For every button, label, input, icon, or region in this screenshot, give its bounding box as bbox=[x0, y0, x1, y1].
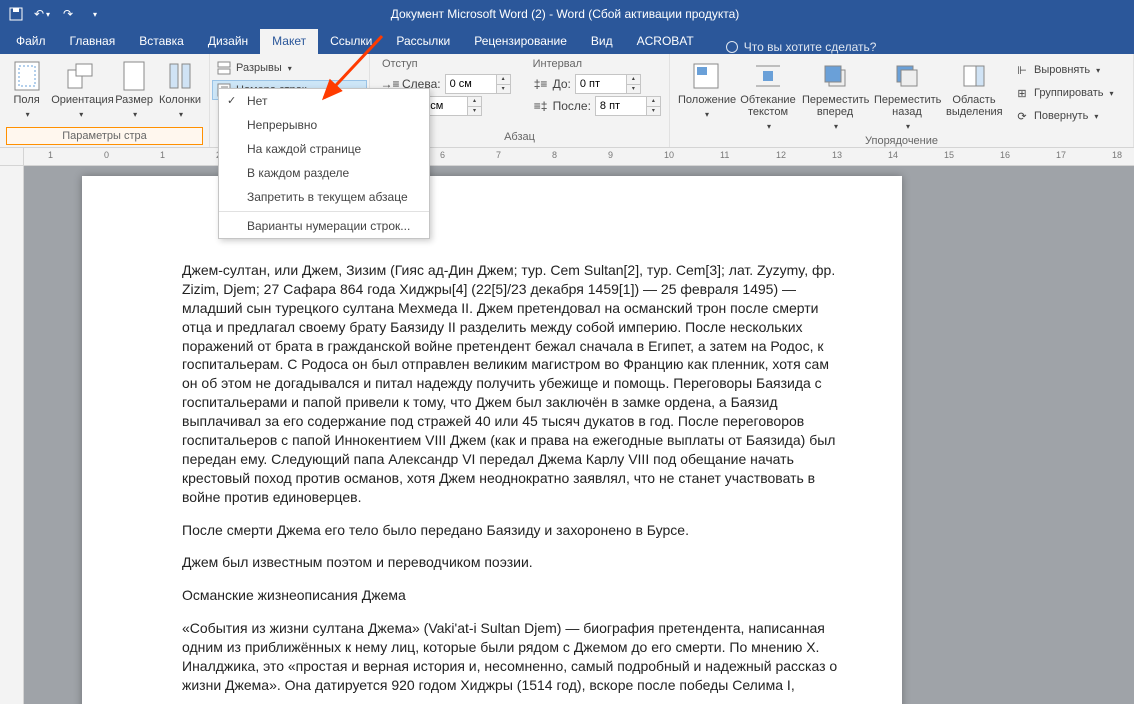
tell-me-placeholder: Что вы хотите сделать? bbox=[744, 40, 877, 54]
group-arrange-label: Упорядочение bbox=[676, 132, 1127, 149]
vertical-ruler[interactable] bbox=[0, 166, 24, 704]
spacing-after-icon: ≡‡ bbox=[533, 98, 549, 114]
dd-none[interactable]: ✓ Нет bbox=[219, 89, 429, 113]
tab-layout[interactable]: Макет bbox=[260, 29, 318, 54]
position-button[interactable]: Положение▾ bbox=[676, 58, 736, 120]
position-label: Положение bbox=[678, 94, 734, 106]
dd-options[interactable]: Варианты нумерации строк... bbox=[219, 214, 429, 238]
bring-forward-button[interactable]: Переместить вперед▾ bbox=[800, 58, 870, 132]
rotate-button[interactable]: ⟳Повернуть▾ bbox=[1010, 106, 1118, 126]
size-label: Размер bbox=[115, 94, 153, 106]
group-page-setup: Поля▾ Ориентация▾ Размер▾ Колонки▾ Парам… bbox=[0, 54, 210, 147]
indent-header: Отступ bbox=[382, 58, 511, 70]
horizontal-ruler[interactable]: 10123456789101112131415161718 bbox=[24, 148, 1134, 166]
dd-each-page[interactable]: На каждой странице bbox=[219, 137, 429, 161]
check-icon: ✓ bbox=[227, 94, 236, 107]
orientation-icon bbox=[64, 60, 96, 92]
spacing-after-label: После: bbox=[553, 99, 591, 113]
align-button[interactable]: ⊩Выровнять▾ bbox=[1010, 60, 1118, 80]
dd-continuous[interactable]: Непрерывно bbox=[219, 113, 429, 137]
paragraph-1: Джем-султан, или Джем, Зизим (Гияс ад-Ди… bbox=[182, 261, 842, 507]
redo-icon[interactable]: ↷ bbox=[56, 2, 80, 26]
columns-label: Колонки bbox=[159, 94, 201, 106]
spacing-header: Интервал bbox=[533, 58, 661, 70]
save-icon[interactable] bbox=[4, 2, 28, 26]
paragraph-5: «События из жизни султана Джема» (Vaki'a… bbox=[182, 619, 842, 695]
quick-access-toolbar: ↶▾ ↷ ▾ bbox=[0, 2, 106, 26]
bring-forward-label: Переместить вперед bbox=[802, 94, 868, 118]
group-page-setup-label: Параметры стра bbox=[6, 127, 203, 145]
tab-file[interactable]: Файл bbox=[4, 29, 58, 54]
wrap-text-label: Обтекание текстом bbox=[740, 94, 796, 118]
columns-icon bbox=[164, 60, 196, 92]
document-canvas[interactable]: Джем-султан, или Джем, Зизим (Гияс ад-Ди… bbox=[24, 166, 1134, 704]
paragraph-4: Османские жизнеописания Джема bbox=[182, 586, 842, 605]
orientation-button[interactable]: Ориентация▾ bbox=[49, 58, 111, 120]
breaks-button[interactable]: Разрывы▾ bbox=[212, 58, 367, 78]
selection-pane-button[interactable]: Область выделения bbox=[944, 58, 1004, 118]
bulb-icon bbox=[726, 41, 738, 53]
page: Джем-султан, или Джем, Зизим (Гияс ад-Ди… bbox=[82, 176, 902, 704]
margins-button[interactable]: Поля▾ bbox=[6, 58, 47, 120]
tab-view[interactable]: Вид bbox=[579, 29, 625, 54]
send-backward-label: Переместить назад bbox=[874, 94, 940, 118]
position-icon bbox=[690, 60, 722, 92]
dd-none-label: Нет bbox=[247, 94, 267, 108]
tab-review[interactable]: Рецензирование bbox=[462, 29, 579, 54]
size-button[interactable]: Размер▾ bbox=[113, 58, 155, 120]
spacing-before-input[interactable]: ▴▾ bbox=[575, 74, 641, 94]
dd-separator bbox=[219, 211, 429, 212]
line-numbers-dropdown: ✓ Нет Непрерывно На каждой странице В каж… bbox=[218, 88, 430, 239]
paragraph-3: Джем был известным поэтом и переводчиком… bbox=[182, 553, 842, 572]
tab-insert[interactable]: Вставка bbox=[127, 29, 196, 54]
undo-icon[interactable]: ↶▾ bbox=[30, 2, 54, 26]
wrap-text-button[interactable]: Обтекание текстом▾ bbox=[738, 58, 798, 132]
tab-references[interactable]: Ссылки bbox=[318, 29, 384, 54]
tell-me-search[interactable]: Что вы хотите сделать? bbox=[726, 40, 877, 54]
columns-button[interactable]: Колонки▾ bbox=[157, 58, 203, 120]
selection-pane-label: Область выделения bbox=[946, 94, 1002, 118]
selection-pane-icon bbox=[958, 60, 990, 92]
spacing-before-icon: ‡≡ bbox=[533, 76, 549, 92]
wrap-text-icon bbox=[752, 60, 784, 92]
send-backward-button[interactable]: Переместить назад▾ bbox=[872, 58, 942, 132]
group-button[interactable]: ⊞Группировать▾ bbox=[1010, 83, 1118, 103]
qat-customize-icon[interactable]: ▾ bbox=[82, 2, 106, 26]
bring-forward-icon bbox=[819, 60, 851, 92]
breaks-label: Разрывы bbox=[236, 62, 282, 74]
group-label: Группировать bbox=[1034, 87, 1104, 99]
group-arrange: Положение▾ Обтекание текстом▾ Переместит… bbox=[670, 54, 1134, 147]
dd-each-section[interactable]: В каждом разделе bbox=[219, 161, 429, 185]
send-backward-icon bbox=[891, 60, 923, 92]
orientation-label: Ориентация bbox=[51, 94, 109, 106]
align-label: Выровнять bbox=[1034, 64, 1090, 76]
tab-mailings[interactable]: Рассылки bbox=[384, 29, 462, 54]
paragraph-2: После смерти Джема его тело было передан… bbox=[182, 521, 842, 540]
rotate-label: Повернуть bbox=[1034, 110, 1088, 122]
spacing-before-label: До: bbox=[553, 77, 571, 91]
spacing-after-input[interactable]: ▴▾ bbox=[595, 96, 661, 116]
ribbon: Поля▾ Ориентация▾ Размер▾ Колонки▾ Парам… bbox=[0, 54, 1134, 148]
tab-acrobat[interactable]: ACROBAT bbox=[625, 29, 706, 54]
group-icon: ⊞ bbox=[1014, 85, 1030, 101]
ruler-corner bbox=[0, 148, 24, 166]
breaks-icon bbox=[216, 60, 232, 76]
spacing-block: Интервал ‡≡ До: ▴▾ ≡‡ После: ▴▾ bbox=[527, 58, 667, 116]
dd-suppress[interactable]: Запретить в текущем абзаце bbox=[219, 185, 429, 209]
size-icon bbox=[118, 60, 150, 92]
tab-home[interactable]: Главная bbox=[58, 29, 128, 54]
margins-label: Поля bbox=[8, 94, 45, 106]
rotate-icon: ⟳ bbox=[1014, 108, 1030, 124]
titlebar: ↶▾ ↷ ▾ Документ Microsoft Word (2) - Wor… bbox=[0, 0, 1134, 28]
indent-left-input[interactable]: ▴▾ bbox=[445, 74, 511, 94]
window-title: Документ Microsoft Word (2) - Word (Сбой… bbox=[106, 7, 1024, 21]
ribbon-tabs: Файл Главная Вставка Дизайн Макет Ссылки… bbox=[0, 28, 1134, 54]
tab-design[interactable]: Дизайн bbox=[196, 29, 260, 54]
align-icon: ⊩ bbox=[1014, 62, 1030, 78]
margins-icon bbox=[11, 60, 43, 92]
